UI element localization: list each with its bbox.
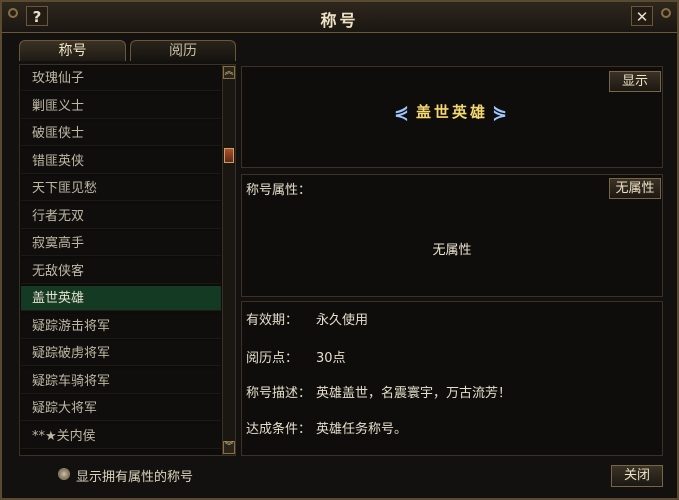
tab-titles[interactable]: 称号 [19, 40, 126, 61]
tab-experience[interactable]: 阅历 [130, 40, 236, 61]
title-preview-panel: 显示 ⋞ 盖世英雄 ⋟ [241, 66, 663, 168]
info-condition: 达成条件： 英雄任务称号。 [246, 418, 407, 437]
list-item[interactable]: 疑踪大将军 [21, 396, 221, 421]
list-item[interactable]: 玫瑰仙子 [21, 66, 221, 91]
scroll-up-icon[interactable]: ︽ [223, 66, 235, 79]
scroll-down-icon[interactable]: ︾ [223, 441, 235, 454]
show-owned-attributes-radio[interactable] [58, 468, 70, 480]
show-owned-attributes-label[interactable]: 显示拥有属性的称号 [76, 466, 193, 485]
info-value: 英雄盖世，名震寰宇，万古流芳！ [316, 386, 512, 401]
info-value: 30点 [316, 351, 346, 366]
list-item[interactable]: 疑踪游击将军 [21, 313, 221, 339]
list-item[interactable]: 疑踪破虏将军 [21, 341, 221, 366]
close-button[interactable]: 关闭 [611, 465, 663, 487]
title-info-panel: 有效期： 永久使用 阅历点： 30点 称号描述： 英雄盖世，名震寰宇，万古流芳！ 达成… [241, 301, 663, 456]
title-badge: ⋞ 盖世英雄 ⋟ [242, 101, 662, 123]
info-key: 达成条件： [246, 422, 312, 437]
list-item[interactable]: **★关内侯 [21, 423, 221, 449]
info-key: 称号描述： [246, 386, 312, 401]
attributes-value: 无属性 [432, 243, 472, 258]
list-scrollbar[interactable]: ︽ ︾ [222, 64, 236, 456]
list-item[interactable]: 无敌侠客 [21, 258, 221, 284]
info-key: 有效期： [246, 313, 299, 328]
title-window: ? 称号 ✕ 称号 阅历 玫瑰仙子 剿匪义士 破匪侠士 错匪英侠 天下匪见愁 行者无双 寂寞… [0, 0, 679, 500]
title-attributes-panel: 称号属性： 无属性 无属性 [241, 174, 663, 297]
scroll-thumb[interactable] [224, 148, 234, 164]
info-experience-points: 阅历点： 30点 [246, 347, 346, 366]
attributes-button[interactable]: 无属性 [609, 178, 661, 199]
title-bar[interactable]: ? 称号 ✕ [2, 2, 677, 33]
list-item[interactable]: 天下匪见愁 [21, 176, 221, 201]
list-item[interactable]: 寂寞高手 [21, 231, 221, 256]
info-value: 英雄任务称号。 [316, 422, 408, 437]
list-item[interactable]: 盖世英雄 [21, 286, 221, 311]
list-item[interactable]: 剿匪义士 [21, 93, 221, 119]
corner-ornament-right [661, 8, 671, 18]
wing-left-icon: ⋞ [393, 102, 412, 123]
list-item[interactable]: 疑踪车骑将军 [21, 368, 221, 394]
info-key: 阅历点： [246, 351, 299, 366]
list-item[interactable]: 错匪英侠 [21, 148, 221, 174]
list-item[interactable]: 行者无双 [21, 203, 221, 229]
window-title: 称号 [320, 11, 359, 30]
title-list: 玫瑰仙子 剿匪义士 破匪侠士 错匪英侠 天下匪见愁 行者无双 寂寞高手 无敌侠客 盖世英雄 疑踪游… [19, 64, 223, 456]
info-description: 称号描述： 英雄盖世，名震寰宇，万古流芳！ [246, 382, 511, 401]
attributes-label: 称号属性： [246, 183, 312, 198]
close-icon[interactable]: ✕ [631, 6, 653, 26]
info-validity: 有效期： 永久使用 [246, 309, 368, 328]
info-value: 永久使用 [316, 313, 369, 328]
show-button[interactable]: 显示 [609, 71, 661, 92]
title-badge-text: 盖世英雄 [415, 103, 488, 121]
wing-right-icon: ⋟ [492, 102, 511, 123]
list-item[interactable]: 破匪侠士 [21, 121, 221, 146]
